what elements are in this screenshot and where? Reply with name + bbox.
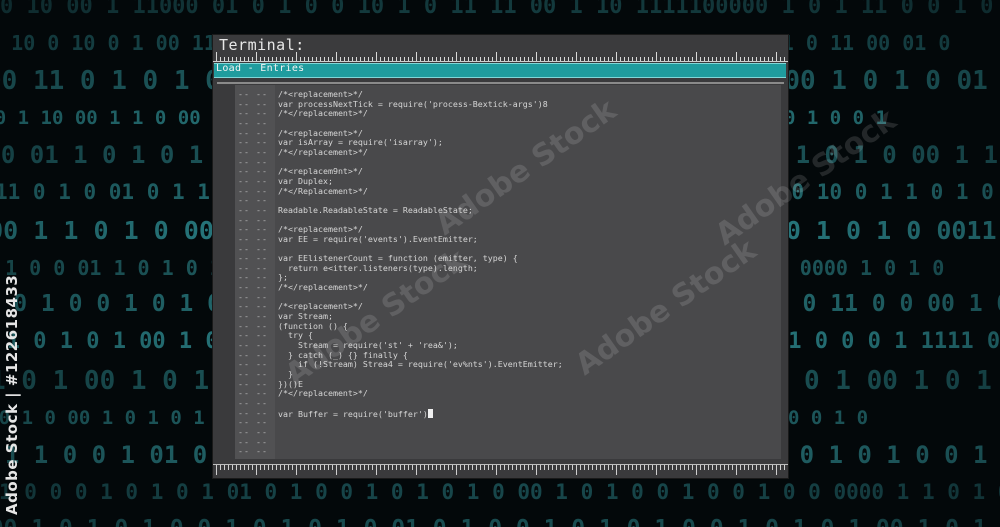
code-text-content: /*<replacement>*/ <box>278 89 363 99</box>
code-line: -- -- (function () { <box>235 320 781 332</box>
code-text-content: /*</replacement>*/ <box>278 282 368 293</box>
code-text: Readable.ReadableState = ReadableState; <box>278 204 473 216</box>
code-text: /*</replacement>*/ <box>278 389 368 399</box>
code-text-content: })()E <box>278 378 303 389</box>
separator-line <box>217 82 784 84</box>
code-line: -- --/*</replacement>*/ <box>235 282 781 293</box>
title-bar: Terminal: <box>213 35 788 63</box>
code-text-content: /*</Replacement>*/ <box>278 185 368 196</box>
code-line: -- --/*</Replacement>*/ <box>235 185 781 197</box>
line-marker: -- -- <box>238 446 268 457</box>
code-editor[interactable]: -- -- /*<replacement>*/ -- -- var processNe… <box>235 85 781 459</box>
code-text-content: var Duplex; <box>278 175 333 186</box>
code-text-content: /*<replacement>*/ <box>278 301 363 312</box>
code-text-content: /*<replacem9nt>*/ <box>278 166 363 177</box>
code-text-content: /*</replacement>*/ <box>278 388 368 399</box>
code-text-content: /*</replacement>*/ <box>278 108 368 119</box>
code-text-content: var processNextTick = require('process-B… <box>278 98 548 109</box>
code-text-content: return e<itter.listeners(type).length; <box>278 262 478 273</box>
code-text-content: /*<replacement>*/ <box>278 224 363 235</box>
code-text-content: /*</replacement>*/ <box>278 146 368 157</box>
code-text-content: var Stream; <box>278 311 333 322</box>
code-line: -- -- <box>235 437 781 448</box>
code-text-content: try { <box>278 330 313 341</box>
code-text-content: }; <box>278 272 288 283</box>
menu-load-entries[interactable]: Load - Entries <box>216 63 305 74</box>
code-text-content: var EE = require('events').EventEmitter; <box>278 233 478 244</box>
watermark-side-text: Adobe Stock | #122618433 <box>3 274 21 515</box>
code-line: -- --/*</replacement>*/ <box>235 146 781 158</box>
code-text-content: Readable.ReadableState = ReadableState; <box>278 204 473 215</box>
code-line: -- -- if (!Stream) Strea4 = require('ev%… <box>235 360 781 370</box>
code-line: -- -- <box>235 398 781 409</box>
code-line: -- -- Readable.ReadableState = ReadableSt… <box>235 204 781 216</box>
code-text: /*</replacement>*/ <box>278 146 368 158</box>
code-text: if (!Stream) Strea4 = require('ev%nts').… <box>278 360 563 370</box>
code-line: -- -- return e<itter.listeners(type).len… <box>235 262 781 274</box>
text-cursor <box>427 408 433 418</box>
code-text-content: var isArray = require('isarray'); <box>278 137 443 148</box>
top-ruler <box>213 52 788 62</box>
code-line: -- --/*</replacement>*/ <box>235 108 781 119</box>
code-text-content: var Buffer = require('buffer') <box>278 408 428 419</box>
code-content[interactable]: -- -- /*<replacement>*/ -- -- var processNe… <box>235 89 781 457</box>
code-text-content: var EElistenerCount = function (emitter,… <box>278 253 518 264</box>
code-text-content: (function () { <box>278 320 348 331</box>
code-text: /*</replacement>*/ <box>278 108 368 119</box>
code-line: -- -- <box>235 427 781 438</box>
code-line: -- -- <box>235 418 781 428</box>
code-line: -- -- var Buffer = require('buffer') <box>235 408 781 419</box>
bottom-ruler <box>213 463 788 475</box>
menu-bar[interactable]: Load - Entries <box>214 63 786 78</box>
code-text: var EE = require('events').EventEmitter; <box>278 233 478 245</box>
code-line: -- -- } <box>235 369 781 380</box>
code-text-content: } <box>278 369 293 380</box>
code-text-content: } catch (_) {} finally { <box>278 349 408 360</box>
code-line: -- -- var EE = require('events').EventEmi… <box>235 233 781 245</box>
code-line: -- -- <box>235 447 781 457</box>
code-text: /*</Replacement>*/ <box>278 185 368 197</box>
code-text: /*</replacement>*/ <box>278 282 368 293</box>
code-text-content: Stream = require('st' + 'rea&'); <box>278 340 458 351</box>
code-text-content: if (!Stream) Strea4 = require('ev%nts').… <box>278 359 563 370</box>
code-line: -- --/*</replacement>*/ <box>235 389 781 399</box>
terminal-window: Terminal: Load - Entries -- -- /*<replace… <box>213 35 788 478</box>
code-text-content: /*<replacement>*/ <box>278 127 363 138</box>
code-text: return e<itter.listeners(type).length; <box>278 262 478 274</box>
